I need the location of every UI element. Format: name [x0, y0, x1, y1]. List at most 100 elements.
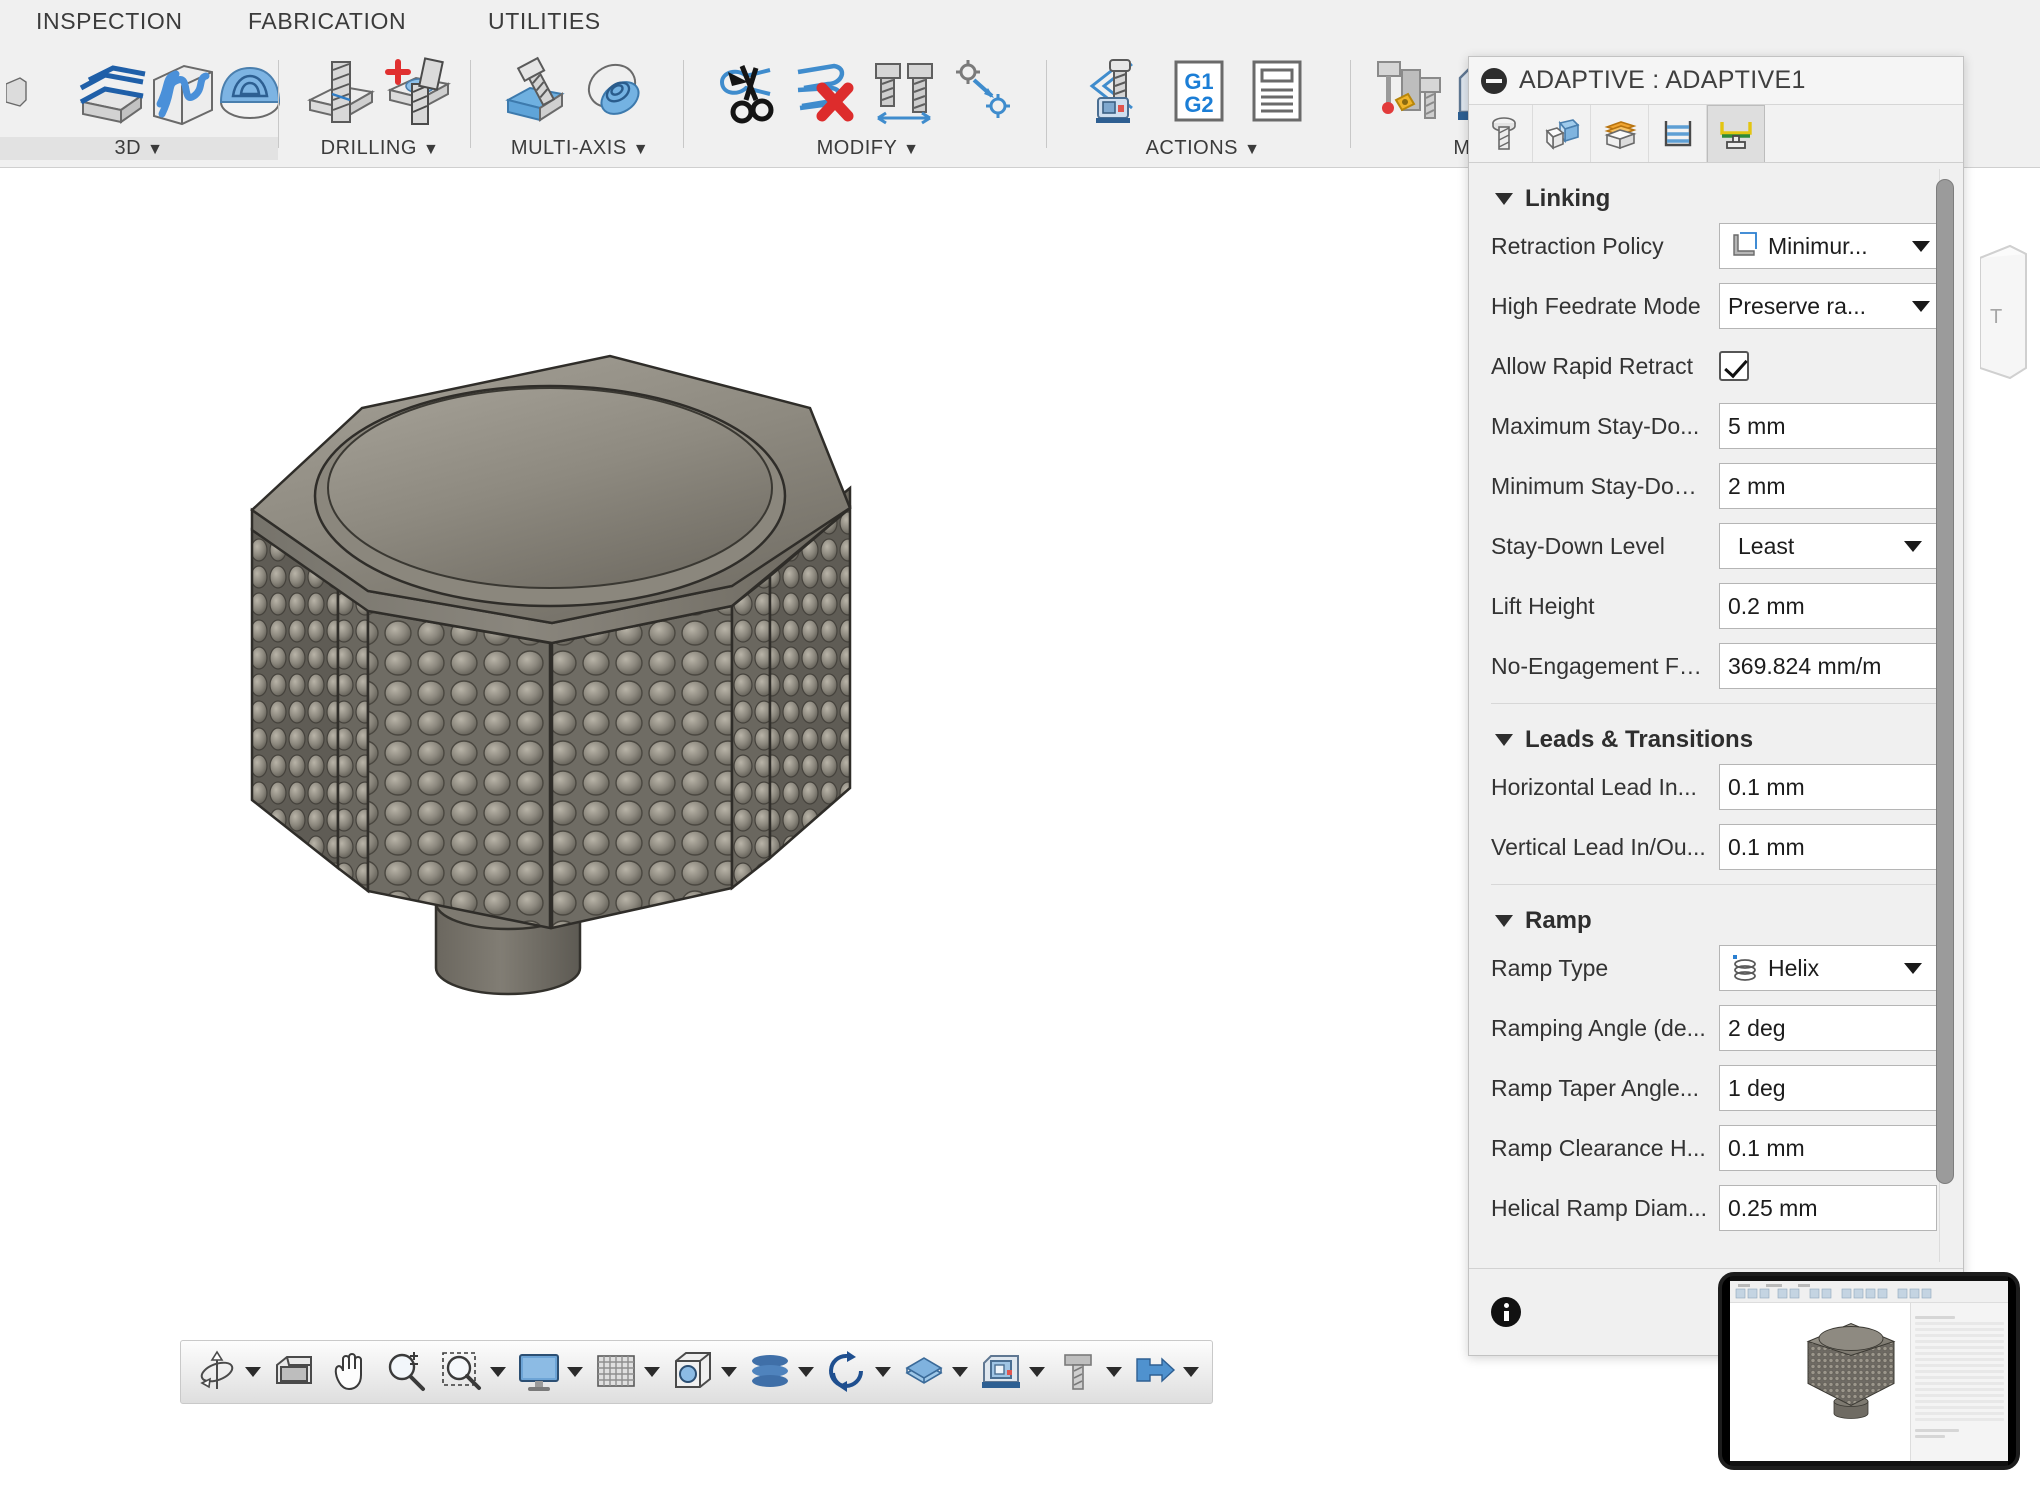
ribbon-tab-strip: INSPECTION FABRICATION UTILITIES	[0, 0, 2040, 48]
input-vertical-lead-in-out[interactable]: 0.1 mm	[1719, 824, 1937, 870]
chevron-down-icon[interactable]	[1904, 962, 1922, 974]
scallop-3d-icon[interactable]	[213, 56, 281, 132]
toolpath-caret-icon[interactable]	[1183, 1367, 1199, 1377]
move-point-icon[interactable]	[946, 56, 1020, 132]
simulate-icon[interactable]	[1084, 56, 1158, 132]
layers-caret-icon[interactable]	[798, 1367, 814, 1377]
value-high-feedrate-mode: Preserve ra...	[1728, 292, 1867, 319]
info-icon[interactable]	[1491, 1297, 1521, 1327]
geometry-tab[interactable]	[1533, 105, 1591, 162]
tab-fabrication[interactable]: FABRICATION	[230, 8, 424, 35]
input-lift-height[interactable]: 0.2 mm	[1719, 583, 1937, 629]
dialog-body[interactable]: Linking Retraction Policy Minimur... Hig…	[1469, 163, 1963, 1269]
zoom-window-button[interactable]	[434, 1342, 511, 1402]
combo-retraction-policy[interactable]: Minimur...	[1719, 223, 1937, 269]
svg-text:T: T	[1990, 306, 2002, 328]
section-header-ramp[interactable]: Ramp	[1491, 885, 1937, 945]
orbit-button[interactable]	[189, 1342, 266, 1402]
tab-inspection[interactable]: INSPECTION	[18, 8, 201, 35]
nav-tool-icon	[1055, 1349, 1101, 1395]
chevron-down-icon[interactable]	[1904, 540, 1922, 552]
refresh-caret-icon[interactable]	[875, 1367, 891, 1377]
input-no-engagement-feedrate[interactable]: 369.824 mm/m	[1719, 643, 1937, 689]
grid-snaps-button[interactable]	[588, 1342, 665, 1402]
select-ramp-type[interactable]: Helix	[1719, 945, 1937, 991]
machine-button[interactable]	[973, 1342, 1050, 1402]
panel-label-3d[interactable]: 3D ▼	[0, 137, 278, 160]
zoom-button[interactable]	[378, 1342, 434, 1402]
input-maximum-stay-down[interactable]: 5 mm	[1719, 403, 1937, 449]
pan-button[interactable]	[322, 1342, 378, 1402]
section-header-linking[interactable]: Linking	[1491, 163, 1937, 223]
tool-caret-icon[interactable]	[1106, 1367, 1122, 1377]
label-retraction-policy: Retraction Policy	[1491, 232, 1664, 259]
panel-divider-2	[470, 60, 471, 148]
multi-axis-contour-icon[interactable]	[500, 56, 574, 132]
display-icon	[516, 1349, 562, 1395]
stock-caret-icon[interactable]	[952, 1367, 968, 1377]
input-ramp-taper-angle[interactable]: 1 deg	[1719, 1065, 1937, 1111]
heights-tab[interactable]	[1591, 105, 1649, 162]
row-vertical-lead-in-out: Vertical Lead In/Ou... 0.1 mm	[1491, 824, 1937, 870]
refresh-button[interactable]	[819, 1342, 896, 1402]
layers-button[interactable]	[742, 1342, 819, 1402]
tool-compare-icon[interactable]	[868, 56, 942, 132]
label-high-feedrate-mode: High Feedrate Mode	[1491, 292, 1701, 319]
view-cube-icon[interactable]: T	[1979, 228, 2040, 428]
zoom-window-icon	[439, 1349, 485, 1395]
zoom-window-caret-icon[interactable]	[490, 1367, 506, 1377]
linking-tab[interactable]	[1707, 105, 1765, 162]
input-ramp-clearance-height[interactable]: 0.1 mm	[1719, 1125, 1937, 1171]
pip-letterbox-right	[2008, 1276, 2016, 1466]
drill-add-icon[interactable]	[382, 56, 456, 132]
toolpath-button[interactable]	[1127, 1342, 1204, 1402]
panel-label-drilling[interactable]: DRILLING ▼	[290, 137, 470, 160]
grid-caret-icon[interactable]	[644, 1367, 660, 1377]
model-knurled-knob[interactable]	[250, 348, 950, 1068]
delete-toolpath-icon[interactable]	[790, 56, 864, 132]
display-settings-button[interactable]	[511, 1342, 588, 1402]
minus-circle-icon[interactable]	[1481, 67, 1507, 94]
dialog-title-bar[interactable]: ADAPTIVE : ADAPTIVE1	[1469, 57, 1963, 105]
input-ramping-angle[interactable]: 2 deg	[1719, 1005, 1937, 1051]
row-stay-down-level: Stay-Down Level Least	[1491, 523, 1937, 569]
orbit-caret-icon[interactable]	[245, 1367, 261, 1377]
tool-button[interactable]	[1050, 1342, 1127, 1402]
dialog-form: Linking Retraction Policy Minimur... Hig…	[1469, 163, 1963, 1231]
dialog-scrollbar-thumb[interactable]	[1936, 179, 1954, 1184]
input-helical-ramp-diameter[interactable]: 0.25 mm	[1719, 1185, 1937, 1231]
passes-tab[interactable]	[1649, 105, 1707, 162]
checkbox-allow-rapid-retract[interactable]	[1719, 351, 1749, 381]
viewports-caret-icon[interactable]	[721, 1367, 737, 1377]
input-minimum-stay-down[interactable]: 2 mm	[1719, 463, 1937, 509]
display-caret-icon[interactable]	[567, 1367, 583, 1377]
picture-in-picture-preview[interactable]	[1718, 1272, 2020, 1470]
trim-toolpath-icon[interactable]	[712, 56, 786, 132]
multi-axis-swarf-icon[interactable]	[578, 56, 652, 132]
panel-label-modify[interactable]: MODIFY ▼	[694, 137, 1042, 160]
machine-caret-icon[interactable]	[1029, 1367, 1045, 1377]
row-ramp-taper-angle: Ramp Taper Angle... 1 deg	[1491, 1065, 1937, 1111]
parallel-faces-icon-partial[interactable]	[6, 56, 71, 132]
chevron-down-icon[interactable]	[1912, 300, 1930, 312]
pocket-clearing-icon[interactable]	[144, 56, 213, 132]
combo-high-feedrate-mode[interactable]: Preserve ra...	[1719, 283, 1937, 329]
select-stay-down-level[interactable]: Least	[1719, 523, 1937, 569]
section-header-leads[interactable]: Leads & Transitions	[1491, 704, 1937, 764]
look-at-button[interactable]	[266, 1342, 322, 1402]
value-horizontal-lead-in: 0.1 mm	[1728, 773, 1805, 800]
post-process-g1g2-icon[interactable]: G1 G2	[1162, 56, 1236, 132]
tab-utilities[interactable]: UTILITIES	[470, 8, 619, 35]
chevron-down-icon[interactable]	[1912, 240, 1930, 252]
tool-library-icon[interactable]	[1372, 56, 1446, 132]
drill-icon[interactable]	[304, 56, 378, 132]
panel-label-actions[interactable]: ACTIONS ▼	[1058, 137, 1348, 160]
panel-label-multi-axis[interactable]: MULTI-AXIS ▼	[480, 137, 680, 160]
dialog-scrollbar[interactable]	[1936, 169, 1959, 1262]
stock-button[interactable]	[896, 1342, 973, 1402]
parallel-faces-icon[interactable]	[75, 56, 146, 132]
setup-sheet-icon[interactable]	[1240, 56, 1314, 132]
tool-tab[interactable]	[1475, 105, 1533, 162]
input-horizontal-lead-in[interactable]: 0.1 mm	[1719, 764, 1937, 810]
viewports-button[interactable]	[665, 1342, 742, 1402]
